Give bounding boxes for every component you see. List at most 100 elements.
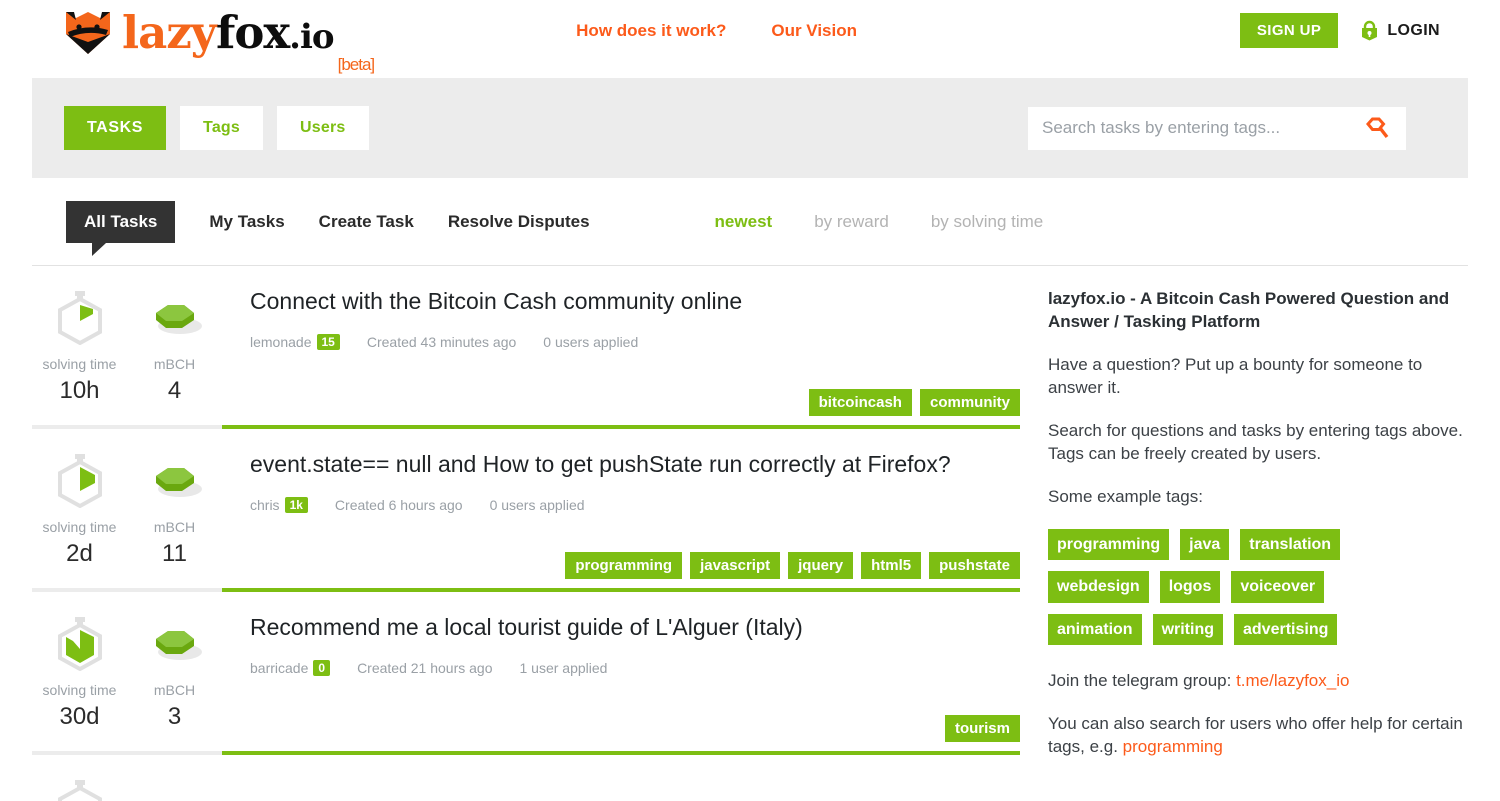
example-tag[interactable]: animation bbox=[1048, 614, 1142, 646]
example-tag[interactable]: logos bbox=[1160, 571, 1221, 603]
login-label: LOGIN bbox=[1387, 22, 1440, 40]
sort-by-reward[interactable]: by reward bbox=[814, 212, 889, 232]
task-submeta: chris 1k Created 6 hours ago 0 users app… bbox=[250, 497, 1020, 513]
sidebar-example-label: Some example tags: bbox=[1048, 486, 1468, 509]
search-input[interactable] bbox=[1028, 118, 1365, 138]
coin-icon bbox=[127, 288, 222, 346]
example-tag[interactable]: java bbox=[1180, 529, 1229, 561]
task-title[interactable]: Connect with the Bitcoin Cash community … bbox=[250, 288, 1020, 316]
example-tag[interactable]: voiceover bbox=[1231, 571, 1324, 603]
task-metrics: solving time 2d mBCH 11 bbox=[32, 429, 222, 592]
task-applied: 1 user applied bbox=[520, 660, 608, 676]
pill-tags[interactable]: Tags bbox=[180, 106, 263, 150]
task-submeta: lemonade 15 Created 43 minutes ago 0 use… bbox=[250, 334, 1020, 350]
task-metrics: solving time 10h mBCH 4 bbox=[32, 266, 222, 429]
task-body bbox=[222, 755, 1020, 801]
task-row[interactable]: solving time 30d mBCH 3 Reco bbox=[32, 592, 1020, 755]
task-created: Created 6 hours ago bbox=[335, 497, 463, 513]
stopwatch-icon bbox=[32, 777, 127, 801]
task-title[interactable]: event.state== null and How to get pushSt… bbox=[250, 451, 1020, 479]
solving-time-label: solving time bbox=[32, 356, 127, 372]
reward-value: 3 bbox=[127, 703, 222, 731]
example-tag-row: animation writing advertising bbox=[1048, 614, 1468, 646]
sidebar-heading: lazyfox.io - A Bitcoin Cash Powered Ques… bbox=[1048, 288, 1468, 334]
pill-users[interactable]: Users bbox=[277, 106, 368, 150]
lock-icon bbox=[1360, 20, 1379, 41]
task-submeta: barricade 0 Created 21 hours ago 1 user … bbox=[250, 660, 1020, 676]
telegram-prefix: Join the telegram group: bbox=[1048, 671, 1236, 690]
sub-nav: All Tasks My Tasks Create Task Resolve D… bbox=[32, 178, 1468, 266]
search-icon[interactable] bbox=[1365, 116, 1390, 141]
task-metrics: solving time 30d mBCH 3 bbox=[32, 592, 222, 755]
task-created: Created 21 hours ago bbox=[357, 660, 492, 676]
sort-by-solving-time[interactable]: by solving time bbox=[931, 212, 1043, 232]
top-header: lazyfox.io[beta] How does it work? Our V… bbox=[0, 0, 1500, 78]
nav-our-vision[interactable]: Our Vision bbox=[771, 21, 857, 41]
author-name: barricade bbox=[250, 660, 308, 676]
task-tag[interactable]: community bbox=[920, 389, 1020, 416]
users-search-tag-link[interactable]: programming bbox=[1123, 737, 1223, 756]
reward-value: 4 bbox=[127, 377, 222, 405]
task-row[interactable] bbox=[32, 755, 1020, 801]
reward-metric: mBCH 4 bbox=[127, 288, 222, 429]
task-metrics bbox=[32, 755, 222, 801]
task-tag[interactable]: programming bbox=[565, 552, 682, 579]
example-tag[interactable]: programming bbox=[1048, 529, 1169, 561]
task-tags: bitcoincash community bbox=[809, 389, 1020, 416]
task-tag[interactable]: tourism bbox=[945, 715, 1020, 742]
reward-metric: mBCH 11 bbox=[127, 451, 222, 592]
logo-fox: fox bbox=[216, 6, 289, 59]
task-row[interactable]: solving time 2d mBCH 11 even bbox=[32, 429, 1020, 592]
example-tag-block: programming java translation webdesign l… bbox=[1048, 529, 1468, 646]
solving-time-label: solving time bbox=[32, 682, 127, 698]
tab-resolve-disputes[interactable]: Resolve Disputes bbox=[448, 212, 590, 232]
task-body: event.state== null and How to get pushSt… bbox=[222, 429, 1020, 592]
stopwatch-icon bbox=[32, 451, 127, 509]
login-link[interactable]: LOGIN bbox=[1360, 20, 1440, 41]
solving-time-metric: solving time 2d bbox=[32, 451, 127, 592]
logo-lazy: lazy bbox=[122, 6, 216, 59]
task-tag[interactable]: jquery bbox=[788, 552, 853, 579]
task-tag[interactable]: html5 bbox=[861, 552, 921, 579]
author-name: chris bbox=[250, 497, 280, 513]
solving-time-value: 30d bbox=[32, 703, 127, 731]
sidebar-para-search: Search for questions and tasks by enteri… bbox=[1048, 420, 1468, 466]
pill-tasks[interactable]: TASKS bbox=[64, 106, 166, 150]
reward-metric bbox=[127, 777, 222, 801]
example-tag[interactable]: webdesign bbox=[1048, 571, 1149, 603]
task-author[interactable]: barricade 0 bbox=[250, 660, 330, 676]
task-author[interactable]: lemonade 15 bbox=[250, 334, 340, 350]
nav-how-does-it-work[interactable]: How does it work? bbox=[576, 21, 726, 41]
telegram-link[interactable]: t.me/lazyfox_io bbox=[1236, 671, 1349, 690]
example-tag[interactable]: advertising bbox=[1234, 614, 1337, 646]
author-reputation: 15 bbox=[317, 334, 340, 350]
solving-time-value: 2d bbox=[32, 540, 127, 568]
example-tag[interactable]: translation bbox=[1240, 529, 1340, 561]
tab-create-task[interactable]: Create Task bbox=[319, 212, 414, 232]
task-tag[interactable]: javascript bbox=[690, 552, 780, 579]
task-row[interactable]: solving time 10h mBCH 4 Conn bbox=[32, 266, 1020, 429]
users-search-text: You can also search for users who offer … bbox=[1048, 714, 1463, 756]
tab-all-tasks[interactable]: All Tasks bbox=[66, 201, 175, 243]
reward-label: mBCH bbox=[127, 682, 222, 698]
task-author[interactable]: chris 1k bbox=[250, 497, 308, 513]
task-tag[interactable]: pushstate bbox=[929, 552, 1020, 579]
solving-time-metric: solving time 10h bbox=[32, 288, 127, 429]
sort-newest[interactable]: newest bbox=[715, 212, 773, 232]
site-logo[interactable]: lazyfox.io[beta] bbox=[62, 8, 370, 56]
beta-badge: [beta] bbox=[338, 55, 375, 74]
users-search-line: You can also search for users who offer … bbox=[1048, 713, 1468, 759]
task-title[interactable]: Recommend me a local tourist guide of L'… bbox=[250, 614, 1020, 642]
solving-time-metric: solving time 30d bbox=[32, 614, 127, 755]
task-tags: tourism bbox=[945, 715, 1020, 742]
sign-up-button[interactable]: SIGN UP bbox=[1240, 13, 1338, 48]
task-applied: 0 users applied bbox=[490, 497, 585, 513]
main-content: solving time 10h mBCH 4 Conn bbox=[32, 266, 1468, 801]
task-list: solving time 10h mBCH 4 Conn bbox=[32, 266, 1020, 801]
author-reputation: 1k bbox=[285, 497, 308, 513]
example-tag[interactable]: writing bbox=[1153, 614, 1223, 646]
tab-my-tasks[interactable]: My Tasks bbox=[209, 212, 284, 232]
example-tag-row: programming java translation bbox=[1048, 529, 1468, 561]
reward-label: mBCH bbox=[127, 519, 222, 535]
task-tag[interactable]: bitcoincash bbox=[809, 389, 912, 416]
